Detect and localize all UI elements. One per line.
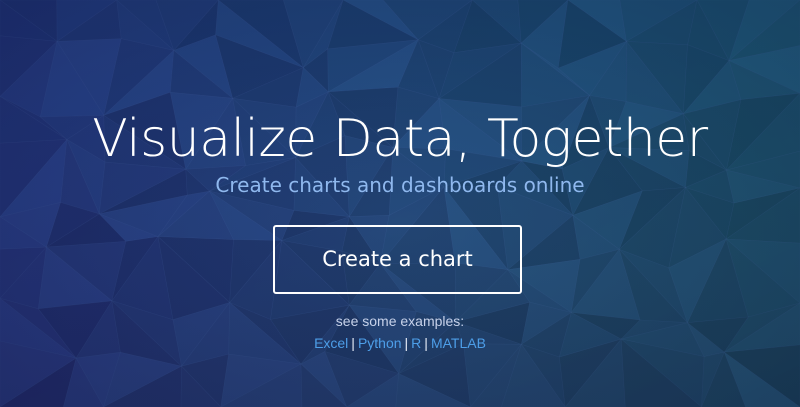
link-separator: | (424, 335, 428, 351)
link-separator: | (404, 335, 409, 351)
examples-links: Excel | Python | R | MATLAB (0, 334, 800, 352)
link-separator: | (351, 335, 355, 351)
hero-subtitle: Create charts and dashboards online (215, 173, 585, 197)
create-chart-button[interactable]: Create a chart (273, 225, 522, 294)
hero-title: Visualize Data, Together (92, 109, 708, 169)
example-link-r[interactable]: R (411, 335, 421, 351)
examples-label: see some examples: (335, 313, 465, 329)
example-link-matlab[interactable]: MATLAB (431, 335, 486, 351)
example-link-excel[interactable]: Excel (314, 335, 348, 351)
example-link-python[interactable]: Python (358, 335, 402, 351)
hero-banner: Visualize Data, Together Create charts a… (0, 0, 800, 407)
hero-content: Visualize Data, Together Create charts a… (0, 0, 800, 407)
